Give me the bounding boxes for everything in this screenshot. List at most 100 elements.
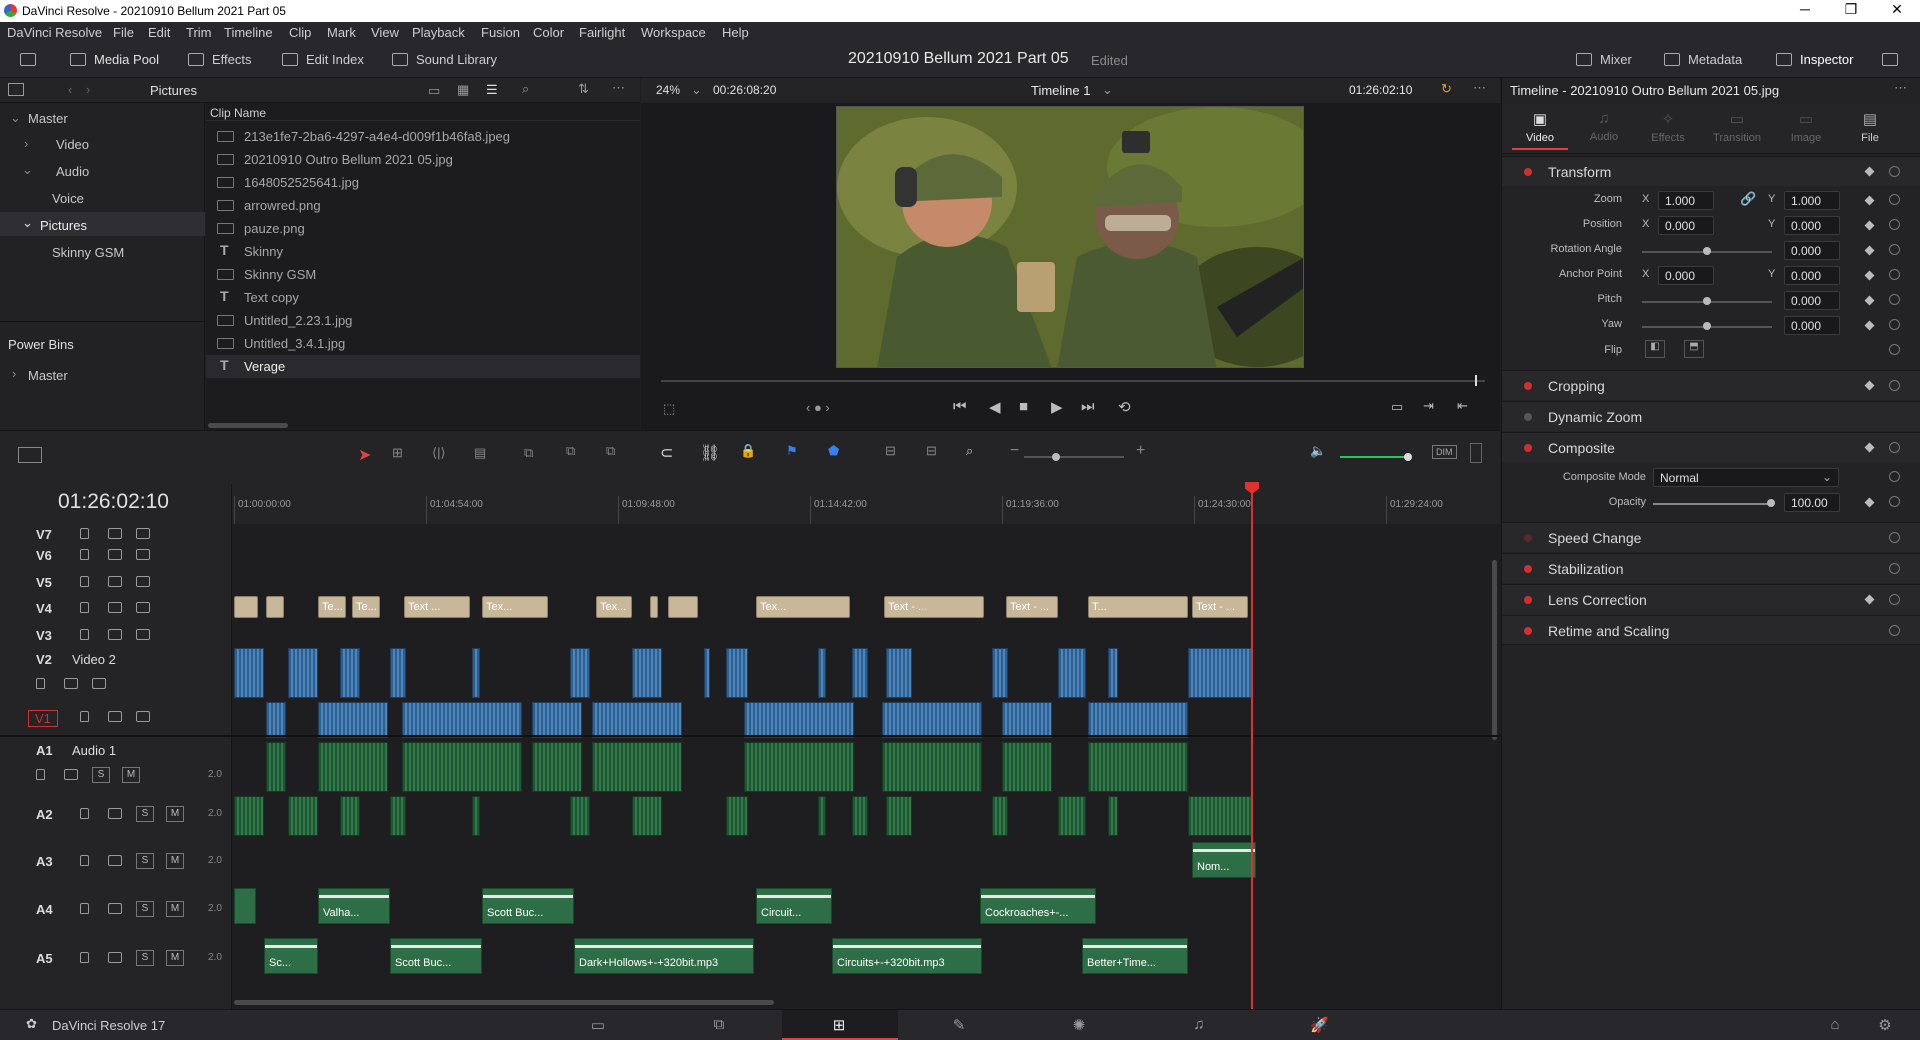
audio-clip[interactable]	[632, 796, 662, 836]
audio-clip[interactable]	[744, 742, 854, 792]
flip-vertical-icon[interactable]: ⬒	[1684, 340, 1704, 358]
track-header[interactable]: V6	[0, 543, 232, 567]
zoom-slider[interactable]	[1024, 456, 1124, 458]
go-to-end-icon[interactable]: ⏭	[1081, 398, 1095, 415]
video-clip[interactable]	[632, 648, 662, 698]
text-clip[interactable]	[650, 596, 658, 618]
timeline-ruler[interactable]: 01:00:00:00 01:04:54:00 01:09:48:00 01:14:4…	[232, 484, 1500, 524]
audio-clip[interactable]: Scott Buc...	[390, 938, 482, 974]
composite-mode-select[interactable]: Normal ⌄	[1653, 468, 1839, 487]
reset-icon[interactable]	[1889, 380, 1900, 391]
text-clip[interactable]: Tex...	[482, 596, 548, 618]
menu-playback[interactable]: Playback	[412, 25, 465, 40]
anchor-x-field[interactable]: 0.000	[1658, 266, 1714, 285]
yaw-field[interactable]: 0.000	[1784, 316, 1840, 335]
clip-list-item[interactable]: T Skinny	[206, 240, 640, 263]
zoom-detail-icon[interactable]: ⊟	[926, 443, 937, 459]
panel-toggle-icon[interactable]	[20, 52, 44, 67]
video-clip[interactable]	[1088, 702, 1188, 738]
enable-dot-icon[interactable]	[1524, 413, 1532, 421]
menu-view[interactable]: View	[371, 25, 399, 40]
bin-skinny-gsm[interactable]: Skinny GSM	[52, 245, 124, 260]
scrubber-track[interactable]	[661, 380, 1485, 382]
text-clip[interactable]: Text - ...	[1006, 596, 1058, 618]
sound-library-button[interactable]: Sound Library	[392, 52, 497, 67]
video-clip[interactable]	[1058, 648, 1086, 698]
monitor-icon[interactable]	[136, 528, 150, 539]
menu-fairlight[interactable]: Fairlight	[579, 25, 625, 40]
reset-icon[interactable]	[1889, 166, 1900, 177]
transform-section[interactable]: Transform	[1502, 156, 1920, 186]
bin-audio[interactable]: Audio	[56, 164, 89, 179]
zoom-dropdown-icon[interactable]: ⌄	[691, 82, 702, 98]
flip-horizontal-icon[interactable]: ◧	[1645, 340, 1665, 358]
anchor-y-field[interactable]: 0.000	[1784, 266, 1840, 285]
audio-clip[interactable]	[992, 796, 1008, 836]
viewer-options-icon[interactable]: ⋯	[1473, 80, 1486, 96]
media-pool-button[interactable]: Media Pool	[70, 52, 159, 67]
track-header[interactable]: V1	[0, 704, 232, 730]
mute-button[interactable]: M	[166, 901, 184, 917]
text-clip[interactable]	[266, 596, 284, 618]
clip-list-item[interactable]: arrowred.png	[206, 194, 640, 217]
cropping-section[interactable]: Cropping	[1502, 370, 1920, 400]
audio-clip[interactable]	[340, 796, 360, 836]
horizontal-scrollbar[interactable]	[208, 423, 288, 428]
video-clip[interactable]	[570, 648, 590, 698]
reset-icon[interactable]	[1889, 563, 1900, 574]
text-clip[interactable]: Text - ...	[1192, 596, 1248, 618]
text-clip[interactable]: Text - ...	[884, 596, 984, 618]
clip-list-item[interactable]: Skinny GSM	[206, 263, 640, 286]
color-page-icon[interactable]: ✺	[1070, 1016, 1088, 1034]
solo-button[interactable]: S	[136, 806, 154, 822]
timeline-tracks[interactable]: Te... Te... Text ... Tex... Tex... Tex... Text…	[232, 524, 1500, 1009]
monitor-icon[interactable]	[136, 629, 150, 640]
audio-clip[interactable]: Circuits+-+320bit.mp3	[832, 938, 982, 974]
back-icon[interactable]: ‹	[68, 82, 72, 97]
audio-clip[interactable]	[472, 796, 480, 836]
audio-clip[interactable]: Valha...	[318, 888, 390, 924]
auto-select-icon[interactable]	[108, 903, 122, 914]
mute-button[interactable]: M	[166, 806, 184, 822]
inspector-options-icon[interactable]: ⋯	[1894, 80, 1907, 96]
effects-button[interactable]: Effects	[188, 52, 252, 67]
auto-select-icon[interactable]	[108, 549, 122, 560]
inspector-button[interactable]: Inspector	[1776, 52, 1853, 67]
text-clip[interactable]	[234, 596, 258, 618]
timeline-view-options-icon[interactable]	[18, 447, 42, 463]
menu-clip[interactable]: Clip	[289, 25, 311, 40]
clip-list-item[interactable]: T Text copy	[206, 286, 640, 309]
audio-clip[interactable]	[1058, 796, 1086, 836]
video-clip[interactable]	[744, 702, 854, 738]
enable-dot-icon[interactable]	[1524, 627, 1532, 635]
retime-scaling-section[interactable]: Retime and Scaling	[1502, 615, 1920, 645]
auto-select-icon[interactable]	[108, 808, 122, 819]
video-clip[interactable]	[992, 648, 1008, 698]
video-clip[interactable]	[390, 648, 406, 698]
lock-icon[interactable]	[80, 576, 89, 587]
dynamic-trim-icon[interactable]: ⟨|⟩	[432, 445, 446, 461]
prev-edit-icon[interactable]: ⇤	[1457, 398, 1468, 414]
bin-master[interactable]: Master	[28, 111, 68, 126]
track-header[interactable]: V2 Video 2	[0, 650, 232, 698]
replace-clip-icon[interactable]: ⧉	[606, 443, 615, 459]
audio-clip[interactable]: Scott Buc...	[482, 888, 574, 924]
fairlight-page-icon[interactable]: ♫	[1190, 1016, 1208, 1034]
video-clip[interactable]	[1188, 648, 1252, 698]
edit-page-button[interactable]: ⊞	[782, 1010, 898, 1040]
timeline-scrollbar[interactable]	[234, 1000, 774, 1005]
audio-clip[interactable]: Nom...	[1192, 842, 1256, 878]
video-clip[interactable]	[852, 648, 868, 698]
menu-workspace[interactable]: Workspace	[641, 25, 706, 40]
menu-file[interactable]: File	[113, 25, 134, 40]
viewer-mode-icon[interactable]: ⬚	[663, 401, 675, 417]
speed-change-section[interactable]: Speed Change	[1502, 522, 1920, 552]
enable-dot-icon[interactable]	[1524, 168, 1532, 176]
enable-dot-icon[interactable]	[1524, 444, 1532, 452]
maximize-icon[interactable]: ❐	[1828, 1, 1874, 21]
reset-icon[interactable]	[1889, 594, 1900, 605]
text-clip[interactable]: Text ...	[404, 596, 470, 618]
auto-select-icon[interactable]	[108, 576, 122, 587]
linked-selection-icon[interactable]: ⛓	[700, 443, 720, 463]
zoom-out-icon[interactable]: −	[1010, 442, 1019, 460]
